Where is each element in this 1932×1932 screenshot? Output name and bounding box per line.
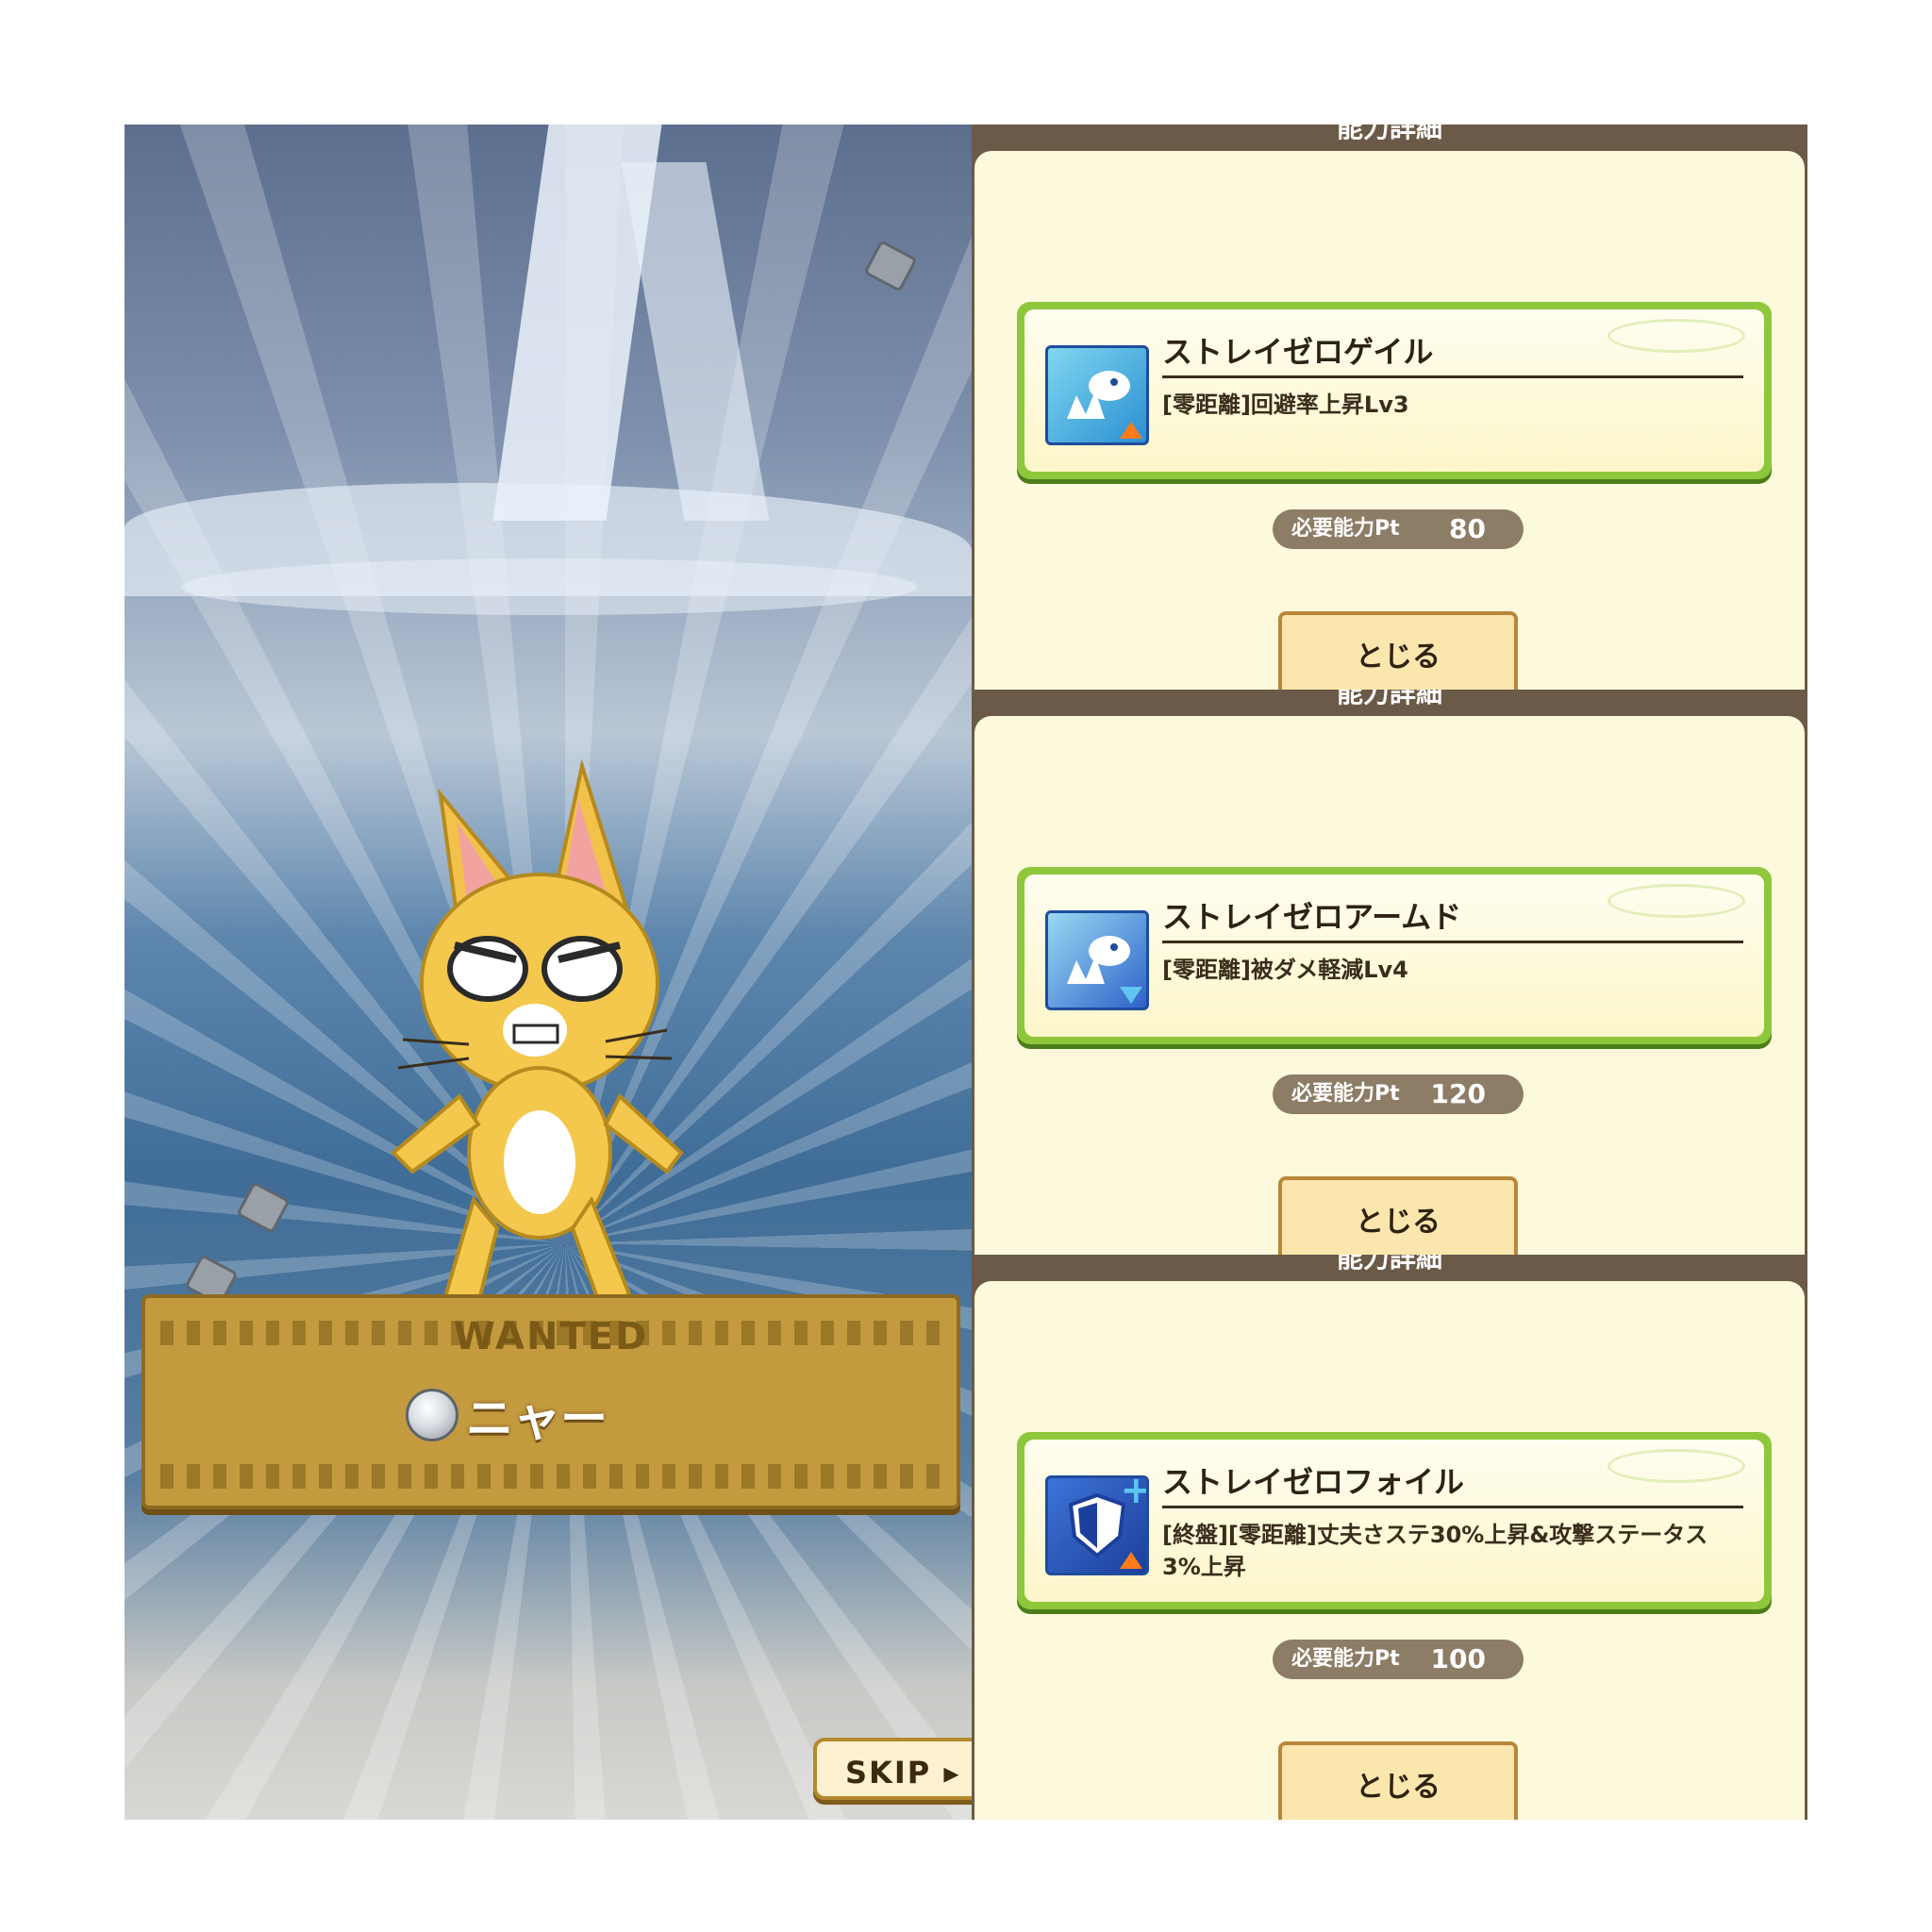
stat-up-arrow-icon [1120, 422, 1142, 439]
skill-card: ストレイゼロアームド [零距離]被ダメ軽減Lv4 [1017, 867, 1772, 1044]
skip-button[interactable]: SKIP ▸ [813, 1738, 972, 1800]
required-points-value: 100 [1430, 1643, 1486, 1674]
shield-plus-icon: + [1045, 1475, 1149, 1575]
dialog-body: ストレイゼロゲイル [零距離]回避率上昇Lv3 必要能力Pt 80 とじる [974, 151, 1805, 690]
silver-coin-icon [406, 1389, 458, 1441]
wanted-title: WANTED [453, 1315, 649, 1358]
zero-distance-evasion-up-icon [1045, 345, 1149, 445]
required-points-label: 必要能力Pt [1291, 1082, 1400, 1106]
required-points-label: 必要能力Pt [1291, 1647, 1400, 1671]
skill-description: [零距離]回避率上昇Lv3 [1162, 391, 1409, 418]
vine-decoration [1607, 1449, 1745, 1483]
cat-character [391, 758, 684, 1325]
ability-detail-dialog: 能力詳細 ストレイゼロアームド [零距離]被ダメ軽減Lv4 必要能力Pt 120… [972, 690, 1807, 1255]
skill-description: [零距離]被ダメ軽減Lv4 [1162, 957, 1408, 983]
vine-decoration [1607, 884, 1745, 918]
skill-card: ストレイゼロゲイル [零距離]回避率上昇Lv3 [1017, 302, 1772, 479]
ability-detail-dialog: 能力詳細 ストレイゼロゲイル [零距離]回避率上昇Lv3 必要能力Pt 80 と… [972, 125, 1807, 690]
dialog-body: ストレイゼロアームド [零距離]被ダメ軽減Lv4 必要能力Pt 120 とじる [974, 716, 1805, 1255]
skill-card-inner: ストレイゼロゲイル [零距離]回避率上昇Lv3 [1024, 309, 1764, 472]
wanted-banner: WANTED ニャー [142, 1294, 960, 1509]
required-points-label: 必要能力Pt [1291, 517, 1400, 541]
skill-description: [終盤][零距離]丈夫さステ30%上昇&攻撃ステータス3%上昇 [1162, 1522, 1708, 1580]
stat-up-arrow-icon [1120, 1552, 1142, 1569]
required-points-badge: 必要能力Pt 80 [1273, 509, 1524, 549]
dialog-body: + ストレイゼロフォイル [終盤][零距離]丈夫さステ30%上昇&攻撃ステータス… [974, 1281, 1805, 1820]
ability-detail-dialog: 能力詳細 + ストレイゼロフォイル [終盤][零距離]丈夫さステ30%上昇&攻撃… [972, 1255, 1807, 1820]
zero-distance-damage-reduction-icon [1045, 910, 1149, 1010]
skill-name: ストレイゼロゲイル [1162, 334, 1434, 370]
skill-card: + ストレイゼロフォイル [終盤][零距離]丈夫さステ30%上昇&攻撃ステータス… [1017, 1432, 1772, 1609]
required-points-badge: 必要能力Pt 100 [1273, 1640, 1524, 1679]
skill-name: ストレイゼロアームド [1162, 899, 1462, 935]
required-points-badge: 必要能力Pt 120 [1273, 1074, 1524, 1114]
divider [1162, 941, 1743, 943]
target-name: ニャー [466, 1391, 608, 1446]
dialog-header: 能力詳細 [1336, 1255, 1442, 1274]
required-points-value: 80 [1449, 513, 1486, 544]
ability-dialog-stack: 能力詳細 ストレイゼロゲイル [零距離]回避率上昇Lv3 必要能力Pt 80 と… [972, 125, 1807, 1820]
plus-icon: + [1120, 1475, 1149, 1512]
divider [1162, 375, 1743, 378]
game-scene: WANTED ニャー SKIP ▸ [125, 125, 972, 1820]
required-points-value: 120 [1430, 1078, 1486, 1109]
stat-down-arrow-icon [1120, 987, 1142, 1004]
dialog-header: 能力詳細 [1336, 125, 1442, 143]
skill-name: ストレイゼロフォイル [1162, 1464, 1465, 1500]
banner-pattern-bottom [160, 1464, 941, 1489]
close-button[interactable]: とじる [1278, 1741, 1518, 1820]
divider [1162, 1506, 1743, 1508]
vine-decoration [1607, 319, 1745, 353]
close-button[interactable]: とじる [1278, 1176, 1518, 1255]
skill-card-inner: ストレイゼロアームド [零距離]被ダメ軽減Lv4 [1024, 874, 1764, 1037]
skill-card-inner: + ストレイゼロフォイル [終盤][零距離]丈夫さステ30%上昇&攻撃ステータス… [1024, 1440, 1764, 1602]
dialog-header: 能力詳細 [1336, 690, 1442, 708]
ice-mound [181, 558, 917, 615]
close-button[interactable]: とじる [1278, 611, 1518, 690]
